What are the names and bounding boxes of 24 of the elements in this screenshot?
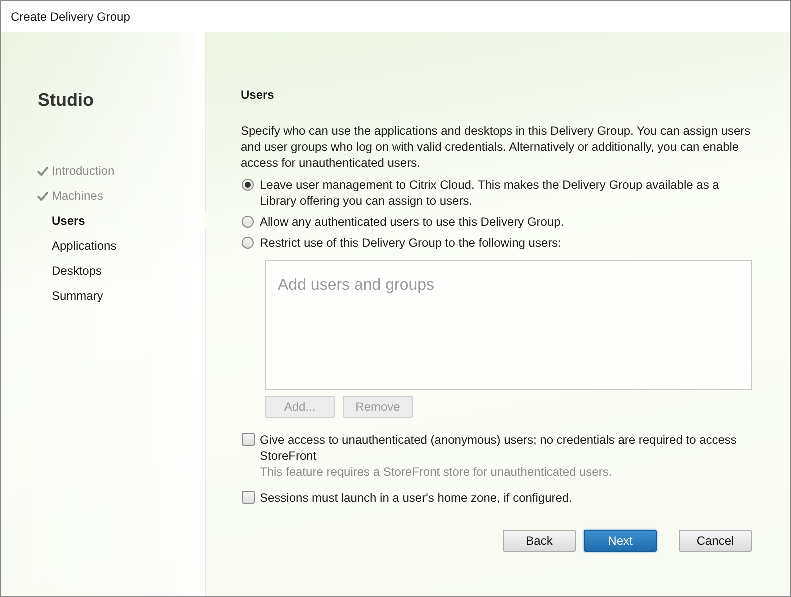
page-heading: Users: [241, 88, 276, 102]
checkbox-label[interactable]: Sessions must launch in a user's home zone, if configured.: [260, 490, 572, 506]
hint-text: This feature requires a StoreFront store for unauthenticated users.: [260, 464, 614, 480]
radio-label[interactable]: Restrict use of this Delivery Group to the following users:: [260, 235, 562, 251]
list-placeholder: Add users and groups: [278, 277, 435, 294]
radio-button[interactable]: [242, 237, 254, 249]
sidebar-item[interactable]: Applications: [52, 238, 117, 252]
checkbox[interactable]: [242, 491, 255, 504]
checkbox-label[interactable]: Give access to unauthenticated (anonymous) users; no credentials are required to access StoreFront: [260, 432, 752, 464]
dialog-button[interactable]: Cancel: [679, 530, 752, 552]
radio-button[interactable]: [242, 179, 254, 191]
dialog-button[interactable]: Next: [584, 530, 657, 552]
radio-label[interactable]: Leave user management to Citrix Cloud. This makes the Delivery Group available as a Library offering you can assign to users.: [260, 177, 752, 209]
radio-label[interactable]: Allow any authenticated users to use this Delivery Group.: [260, 214, 564, 230]
dialog-button[interactable]: Back: [503, 530, 576, 552]
sidebar-item[interactable]: Summary: [52, 288, 104, 302]
step-pointer-icon: [198, 213, 206, 229]
description-text: Specify who can use the applications and desktops in this Delivery Group. You can assign users and user groups who log on with valid credentials. Alternatively or additionally, you can enable access for unauthenticated users.: [241, 123, 752, 171]
sidebar-item[interactable]: Users: [52, 214, 86, 228]
checkbox[interactable]: [242, 433, 255, 446]
sidebar-title: Studio: [38, 90, 95, 111]
window-title: Create Delivery Group: [11, 10, 130, 24]
sidebar-item[interactable]: Desktops: [52, 264, 102, 278]
radio-button[interactable]: [242, 216, 254, 228]
